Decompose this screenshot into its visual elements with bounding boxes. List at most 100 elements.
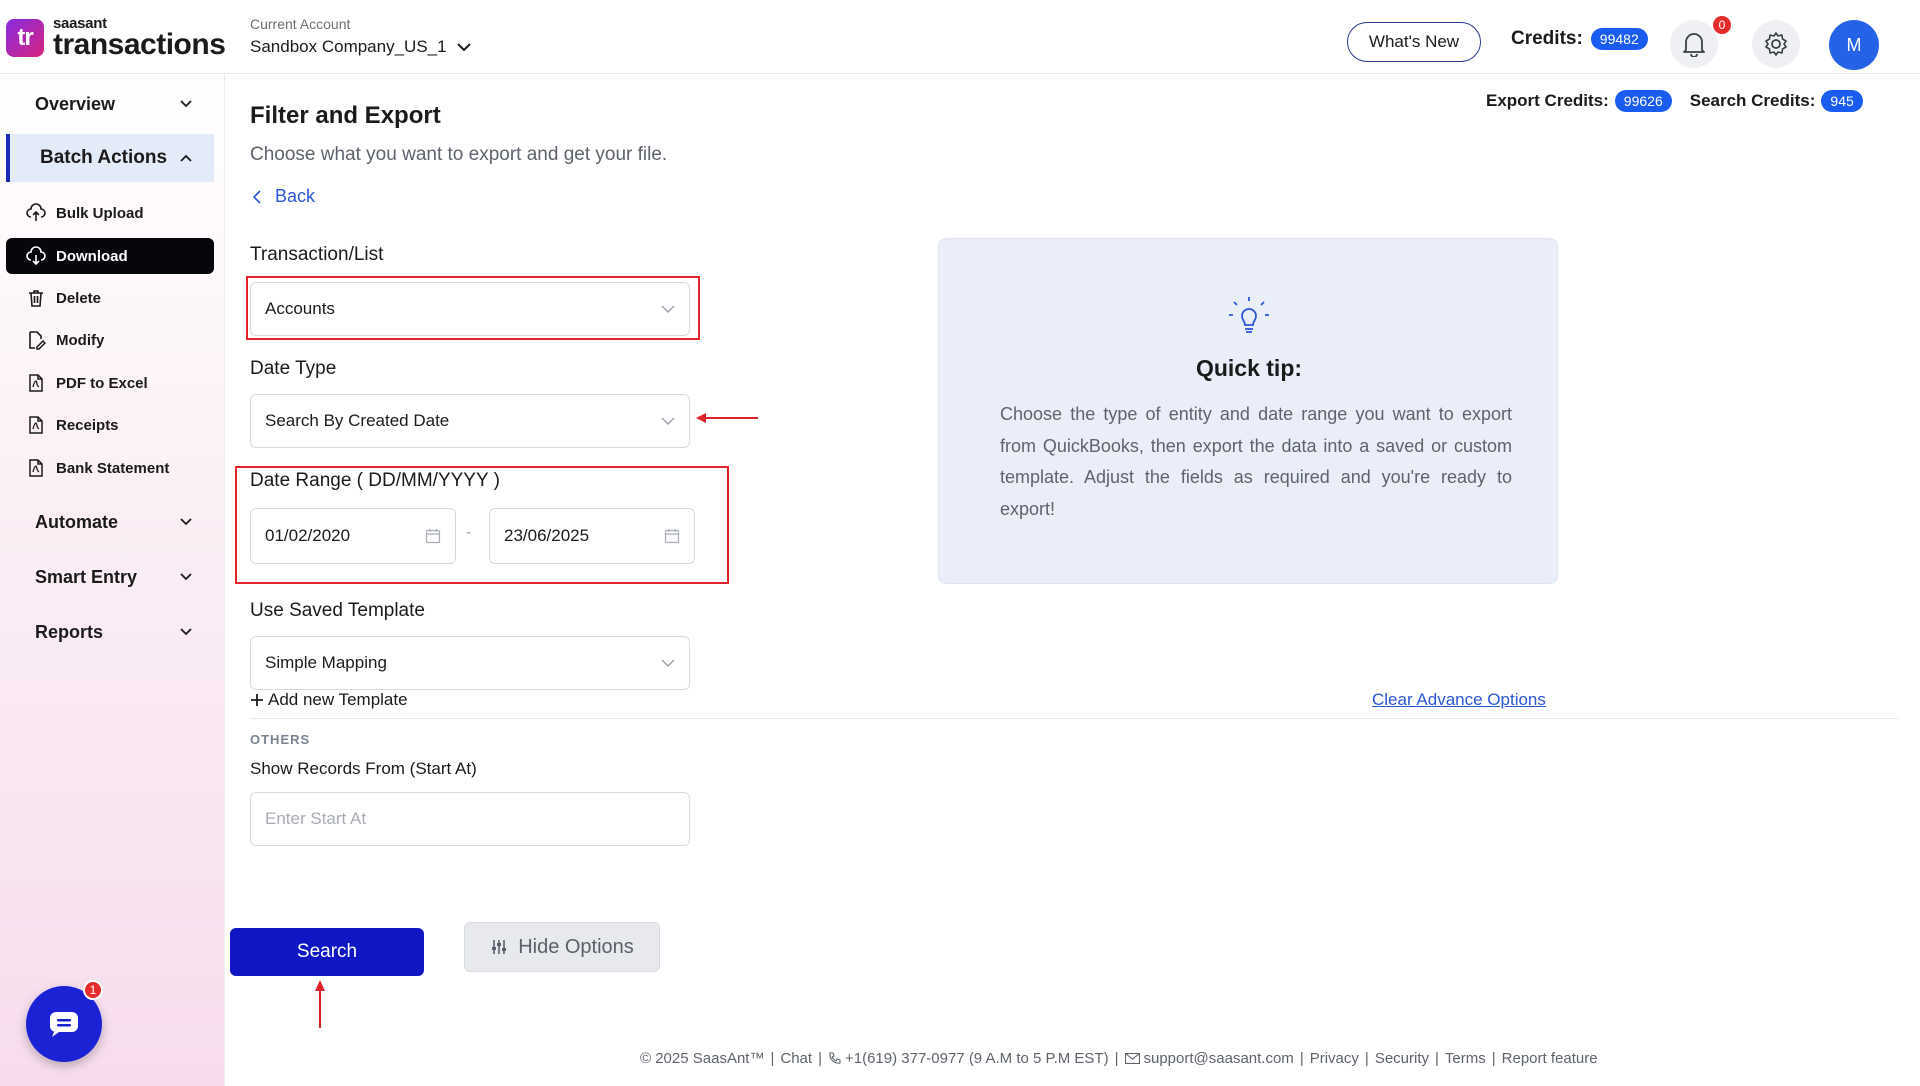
date-type-select[interactable]: Search By Created Date	[250, 394, 690, 448]
sidebar-group-overview[interactable]: Overview	[6, 80, 214, 128]
start-at-label: Show Records From (Start At)	[250, 759, 477, 778]
chevron-down-icon	[180, 518, 192, 526]
sliders-icon	[492, 940, 507, 954]
sidebar-item-label: Modify	[56, 331, 105, 349]
sidebar-item-bulk-upload[interactable]: Bulk Upload	[6, 195, 214, 231]
page-title: Filter and Export	[250, 102, 441, 129]
edit-file-icon	[29, 331, 46, 350]
search-credits-label: Search Credits:	[1689, 91, 1816, 110]
sidebar-item-pdf-to-excel[interactable]: PDF to Excel	[6, 365, 214, 401]
cloud-upload-icon	[26, 203, 46, 221]
account-name: Sandbox Company_US_1	[250, 37, 447, 56]
saved-template-select[interactable]: Simple Mapping	[250, 636, 690, 690]
chevron-down-icon	[661, 417, 675, 425]
date-type-label: Date Type	[250, 358, 337, 379]
sidebar-item-label: Delete	[56, 289, 102, 307]
footer-phone: +1(619) 377-0977 (9 A.M to 5 P.M EST)	[844, 1050, 1109, 1067]
sidebar-item-label: Receipts	[56, 416, 119, 434]
chevron-down-icon	[661, 659, 675, 667]
credits-label: Credits:	[1511, 28, 1583, 49]
sidebar-group-label: Overview	[35, 93, 116, 114]
sidebar-item-modify[interactable]: Modify	[6, 322, 214, 358]
highlight-box	[246, 276, 700, 340]
start-at-input[interactable]	[250, 792, 690, 846]
chevron-down-icon	[180, 573, 192, 581]
bell-icon	[1683, 33, 1705, 57]
footer-report-feature-link[interactable]: Report feature	[1502, 1050, 1598, 1067]
top-header: tr saasant transactions Current Account …	[0, 0, 1920, 74]
account-switcher[interactable]: Current Account Sandbox Company_US_1	[250, 16, 471, 57]
sidebar-item-label: Download	[56, 247, 128, 265]
user-avatar[interactable]: M	[1829, 20, 1879, 70]
quick-tip-title: Quick tip:	[1195, 355, 1303, 381]
sidebar-item-delete[interactable]: Delete	[6, 280, 214, 316]
add-template-label: Add new Template	[268, 690, 408, 709]
notifications-button[interactable]	[1670, 20, 1718, 68]
pdf-file-icon	[29, 459, 43, 477]
chevron-up-icon	[180, 154, 192, 162]
credits-display: Credits: 99482	[1511, 28, 1648, 50]
highlight-box	[235, 466, 729, 584]
export-credits-label: Export Credits:	[1486, 91, 1609, 110]
sidebar-group-label: Batch Actions	[40, 147, 168, 168]
pdf-file-icon	[29, 374, 43, 392]
search-credits-badge: 945	[1821, 90, 1863, 112]
page-subtitle: Choose what you want to export and get y…	[250, 144, 668, 165]
app-logo[interactable]: tr saasant transactions	[6, 16, 226, 61]
others-heading: OTHERS	[250, 732, 311, 747]
arrow-left-annotation	[696, 413, 758, 423]
sidebar-item-receipts[interactable]: Receipts	[6, 407, 214, 443]
hide-options-label: Hide Options	[518, 935, 634, 958]
quick-tip-panel: Quick tip: Choose the type of entity and…	[938, 238, 1558, 584]
add-template-link[interactable]: Add new Template	[250, 690, 408, 710]
lightbulb-icon	[1229, 297, 1269, 333]
footer-privacy-link[interactable]: Privacy	[1310, 1050, 1359, 1067]
sidebar-group-label: Reports	[35, 621, 104, 642]
plus-icon	[251, 694, 263, 706]
clear-advance-options-link[interactable]: Clear Advance Options	[1372, 690, 1546, 710]
sidebar-item-label: Bank Statement	[56, 459, 170, 477]
phone-icon	[829, 1052, 841, 1064]
sidebar: Overview Batch Actions Bulk Upload Downl…	[0, 74, 225, 1086]
notification-count-badge: 0	[1713, 16, 1731, 34]
sidebar-item-bank-statement[interactable]: Bank Statement	[6, 450, 214, 486]
back-link[interactable]: Back	[252, 186, 315, 207]
footer-chat-link[interactable]: Chat	[780, 1050, 812, 1067]
arrow-up-annotation	[315, 980, 325, 1028]
chevron-down-icon	[180, 100, 192, 108]
logo-bottom-text: transactions	[53, 28, 226, 61]
settings-button[interactable]	[1752, 20, 1800, 68]
saved-template-label: Use Saved Template	[250, 600, 425, 621]
sidebar-item-label: PDF to Excel	[56, 374, 148, 392]
sidebar-group-reports[interactable]: Reports	[6, 608, 214, 656]
sidebar-group-batch-actions[interactable]: Batch Actions	[6, 134, 214, 182]
saved-template-value: Simple Mapping	[265, 653, 387, 672]
back-label: Back	[275, 186, 316, 206]
account-label: Current Account	[250, 16, 351, 32]
section-divider	[250, 718, 1898, 719]
transaction-list-label: Transaction/List	[250, 244, 384, 265]
footer-copyright: © 2025 SaasAnt™	[640, 1050, 765, 1067]
trash-icon	[29, 290, 43, 307]
chevron-down-icon	[456, 43, 471, 52]
footer-terms-link[interactable]: Terms	[1445, 1050, 1486, 1067]
sidebar-group-smart-entry[interactable]: Smart Entry	[6, 553, 214, 601]
date-type-value: Search By Created Date	[265, 411, 450, 430]
export-credits-badge: 99626	[1614, 90, 1672, 112]
pdf-file-icon	[29, 416, 43, 434]
sidebar-group-label: Smart Entry	[35, 566, 138, 587]
chevron-down-icon	[180, 628, 192, 636]
mail-icon	[1124, 1053, 1140, 1064]
sidebar-item-download[interactable]: Download	[6, 238, 214, 274]
sidebar-group-automate[interactable]: Automate	[6, 498, 214, 546]
footer-security-link[interactable]: Security	[1375, 1050, 1429, 1067]
whats-new-button[interactable]: What's New	[1347, 22, 1481, 62]
hide-options-button[interactable]: Hide Options	[464, 922, 660, 972]
search-button[interactable]: Search	[230, 928, 424, 976]
logo-mark: tr	[6, 19, 44, 57]
chat-icon	[50, 1012, 78, 1037]
footer-email-link[interactable]: support@saasant.com	[1144, 1050, 1294, 1067]
cloud-download-icon	[26, 246, 46, 266]
chat-unread-badge: 1	[83, 980, 103, 1000]
export-search-credits: Export Credits: 99626 Search Credits: 94…	[1486, 90, 1875, 112]
